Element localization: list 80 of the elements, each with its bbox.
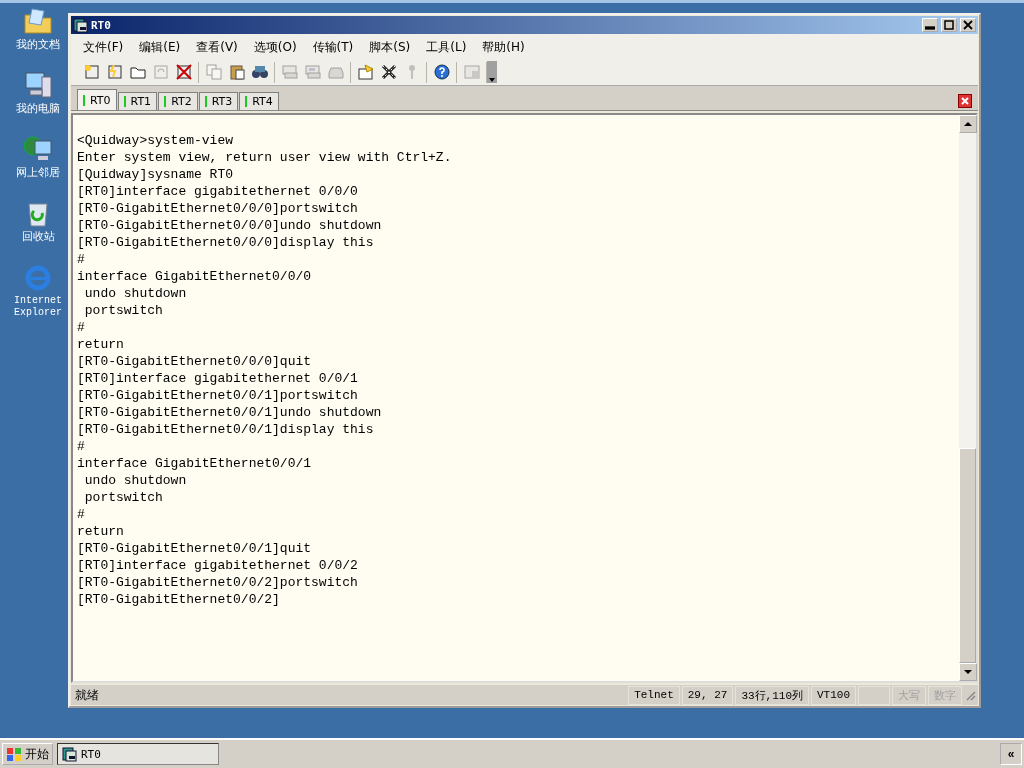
menu-item[interactable]: 选项(O) <box>247 38 303 57</box>
terminal-line: [RT0-GigabitEthernet0/0/2]portswitch <box>77 574 359 591</box>
window-title: RT0 <box>91 18 112 32</box>
terminal-line: portswitch <box>83 302 164 319</box>
menu-item[interactable]: 编辑(E) <box>133 38 187 57</box>
app-icon <box>62 746 77 762</box>
terminal-line: undo shutdown <box>83 285 188 302</box>
paste-icon[interactable] <box>227 63 246 81</box>
menu-item[interactable]: 工具(L) <box>420 38 473 57</box>
terminal-line: [RT0-GigabitEthernet0/0/0]undo shutdown <box>77 217 383 234</box>
terminal-line: portswitch <box>83 489 164 506</box>
desktop-icon-label[interactable]: 我的电脑 <box>8 103 68 115</box>
status-pane: Telnet <box>628 685 680 705</box>
windows-logo-icon <box>6 746 22 762</box>
tools-icon[interactable] <box>379 63 398 81</box>
app-icon <box>73 17 88 33</box>
terminal-line: [RT0-GigabitEthernet0/0/2] <box>77 591 281 608</box>
status-pane: 29, 27 <box>681 685 734 705</box>
menu-item[interactable]: 传输(T) <box>306 38 360 57</box>
terminal-line: interface GigabitEthernet0/0/1 <box>77 455 313 472</box>
help-icon[interactable] <box>432 63 451 81</box>
terminal-line: [RT0-GigabitEthernet0/0/1]undo shutdown <box>77 404 383 421</box>
terminal-line: [RT0-GigabitEthernet0/0/0]display this <box>77 234 375 251</box>
desktop-icon-label[interactable]: 回收站 <box>8 231 68 243</box>
desktop-icon-label[interactable]: 我的文档 <box>8 39 68 51</box>
close-button[interactable] <box>960 18 976 32</box>
computer-icon[interactable] <box>22 69 54 101</box>
scroll-down-icon[interactable] <box>964 668 972 676</box>
terminal-line: [RT0]interface gigabitethernet 0/0/1 <box>77 370 359 387</box>
terminal-line: [RT0-GigabitEthernet0/0/0]quit <box>77 353 313 370</box>
session-tab[interactable]: RT4 <box>239 92 279 110</box>
menu-item[interactable]: 文件(F) <box>77 38 130 57</box>
session-tab[interactable]: RT0 <box>77 89 117 110</box>
folder-icon[interactable] <box>22 5 54 37</box>
desktop-icon-label[interactable]: Internet Explorer <box>8 295 68 319</box>
terminal-line: [RT0-GigabitEthernet0/0/1]display this <box>77 421 375 438</box>
maximize-button[interactable] <box>941 18 957 32</box>
close-tab-button[interactable] <box>958 94 972 108</box>
scroll-up-icon[interactable] <box>964 120 972 128</box>
toolbar-overflow-button[interactable] <box>487 61 497 83</box>
terminal-line: # <box>77 506 86 523</box>
terminal-line: return <box>77 336 125 353</box>
terminal-line: [RT0]interface gigabitethernet 0/0/0 <box>77 183 359 200</box>
menu-item[interactable]: 脚本(S) <box>363 38 417 57</box>
tray-expand-button[interactable]: « <box>1000 743 1022 765</box>
terminal-line: [RT0-GigabitEthernet0/0/1]quit <box>77 540 313 557</box>
terminal-line: # <box>77 251 86 268</box>
status-pane: VT100 <box>811 685 856 705</box>
status-message: 就绪 <box>74 686 100 704</box>
terminal-line: interface GigabitEthernet0/0/0 <box>77 268 313 285</box>
caret-icon <box>488 75 496 83</box>
terminal-line: Enter system view, return user view with Ctrl+Z. <box>77 149 453 166</box>
terminal-line: return <box>77 523 125 540</box>
status-pane: 33行,110列 <box>735 685 809 705</box>
close-icon <box>963 20 973 30</box>
terminal-line: # <box>77 438 86 455</box>
connect-icon[interactable] <box>82 63 101 81</box>
desktop-icon-label[interactable]: 网上邻居 <box>8 167 68 179</box>
disconnect-icon[interactable] <box>174 63 193 81</box>
close-icon <box>960 96 970 106</box>
terminal-line: # <box>77 319 86 336</box>
session-tab[interactable]: RT3 <box>198 92 239 110</box>
taskbar-button[interactable]: RT0 <box>57 743 219 765</box>
resize-grip-icon <box>964 689 976 701</box>
terminal-line: [RT0-GigabitEthernet0/0/0]portswitch <box>77 200 359 217</box>
lightning-window-icon[interactable] <box>105 63 124 81</box>
start-button[interactable]: 开始 <box>2 743 53 765</box>
menu-item[interactable]: 帮助(H) <box>476 38 531 57</box>
session-tab[interactable]: RT2 <box>158 92 198 110</box>
terminal-line: [RT0-GigabitEthernet0/0/1]portswitch <box>77 387 359 404</box>
binoculars-icon[interactable] <box>250 63 269 81</box>
terminal-line: undo shutdown <box>83 472 188 489</box>
session-tab[interactable]: RT1 <box>117 92 158 110</box>
scrollbar[interactable] <box>959 115 976 681</box>
maximize-icon <box>944 20 954 30</box>
menu-item[interactable]: 查看(V) <box>190 38 244 57</box>
terminal-line: <Quidway>system-view <box>77 132 235 149</box>
terminal-line: [RT0]interface gigabitethernet 0/0/2 <box>77 557 359 574</box>
minimize-button[interactable] <box>922 18 938 32</box>
terminal-line: [Quidway]sysname RT0 <box>77 166 235 183</box>
